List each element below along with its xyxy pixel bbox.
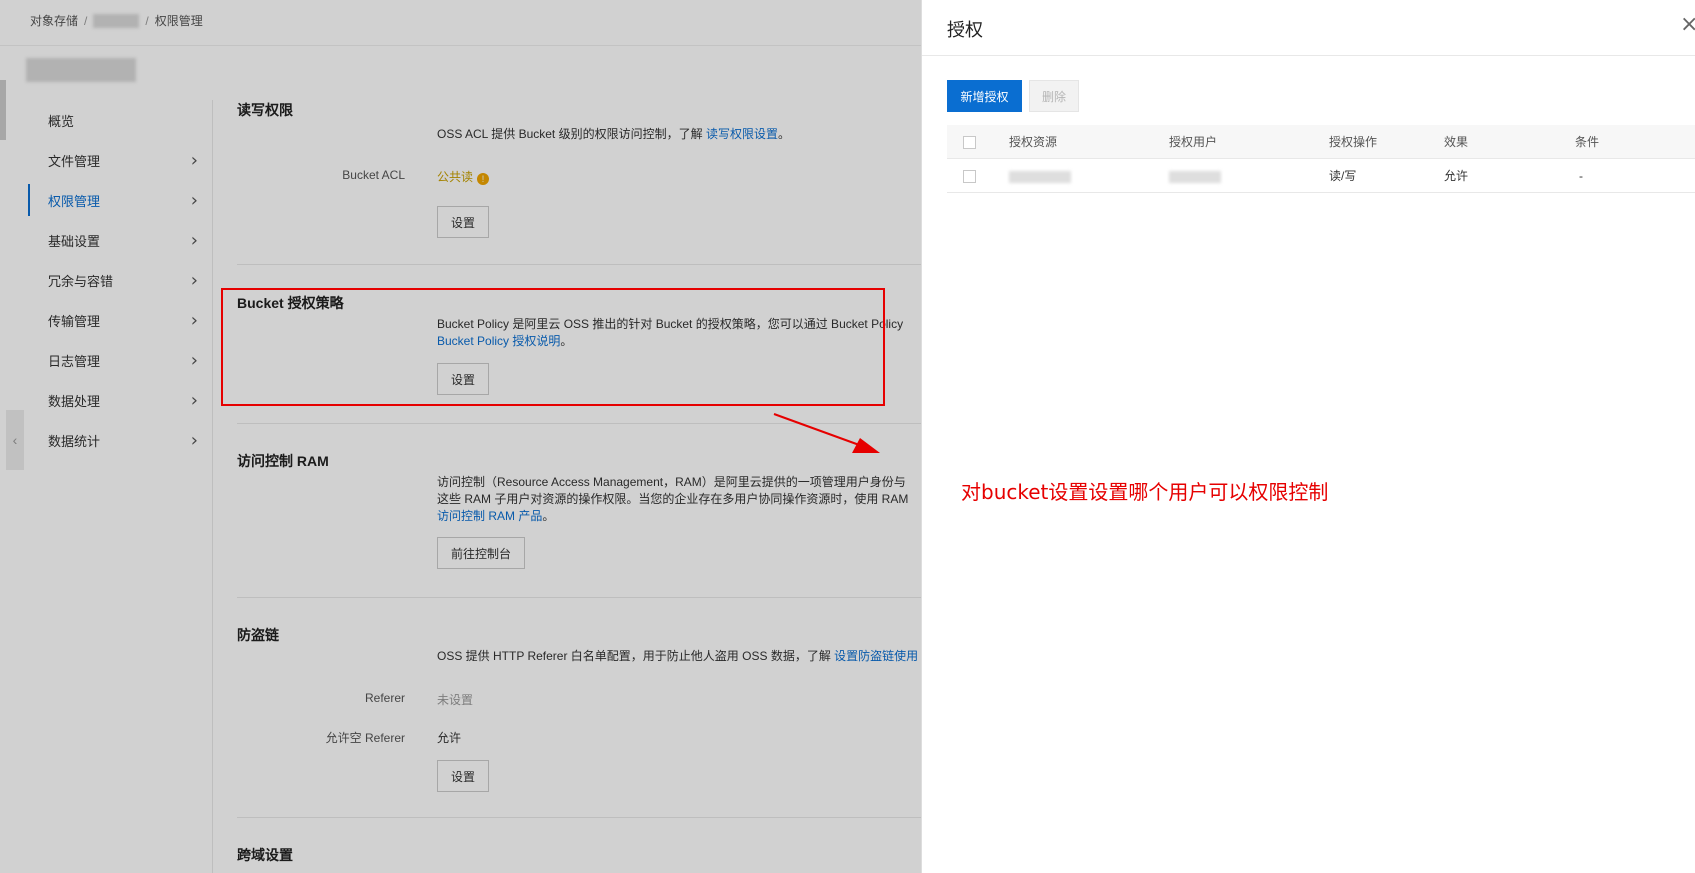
delete-button: 删除 [1029, 80, 1079, 112]
row-user [1169, 159, 1221, 193]
authorization-drawer: 授权 × 新增授权 删除 授权资源 授权用户 授权操作 效果 条件 读/写 允许… [921, 0, 1695, 873]
select-all-checkbox[interactable] [963, 136, 976, 149]
close-icon[interactable]: × [1680, 14, 1695, 36]
row-condition: - [1579, 169, 1583, 183]
table-row: 读/写 允许 - [947, 159, 1695, 193]
redacted-resource [1009, 170, 1071, 183]
column-header-user: 授权用户 [1169, 135, 1218, 149]
column-header-resource: 授权资源 [1009, 135, 1058, 149]
column-header-action: 授权操作 [1329, 135, 1378, 149]
drawer-title: 授权 [947, 20, 983, 40]
annotation-highlight-box [221, 288, 885, 406]
table-header: 授权资源 授权用户 授权操作 效果 条件 [947, 125, 1695, 159]
row-resource [1009, 159, 1071, 193]
annotation-text: 对bucket设置设置哪个用户可以权限控制 [961, 480, 1329, 504]
column-header-condition: 条件 [1575, 135, 1600, 149]
authorization-table: 授权资源 授权用户 授权操作 效果 条件 读/写 允许 - [947, 125, 1695, 193]
drawer-header-divider [922, 55, 1695, 56]
add-authorization-button[interactable]: 新增授权 [947, 80, 1022, 112]
column-header-effect: 效果 [1444, 135, 1469, 149]
row-checkbox[interactable] [963, 170, 976, 183]
redacted-user [1169, 170, 1221, 183]
drawer-backdrop[interactable] [0, 0, 921, 873]
row-action: 读/写 [1329, 169, 1357, 183]
row-effect: 允许 [1444, 169, 1469, 183]
